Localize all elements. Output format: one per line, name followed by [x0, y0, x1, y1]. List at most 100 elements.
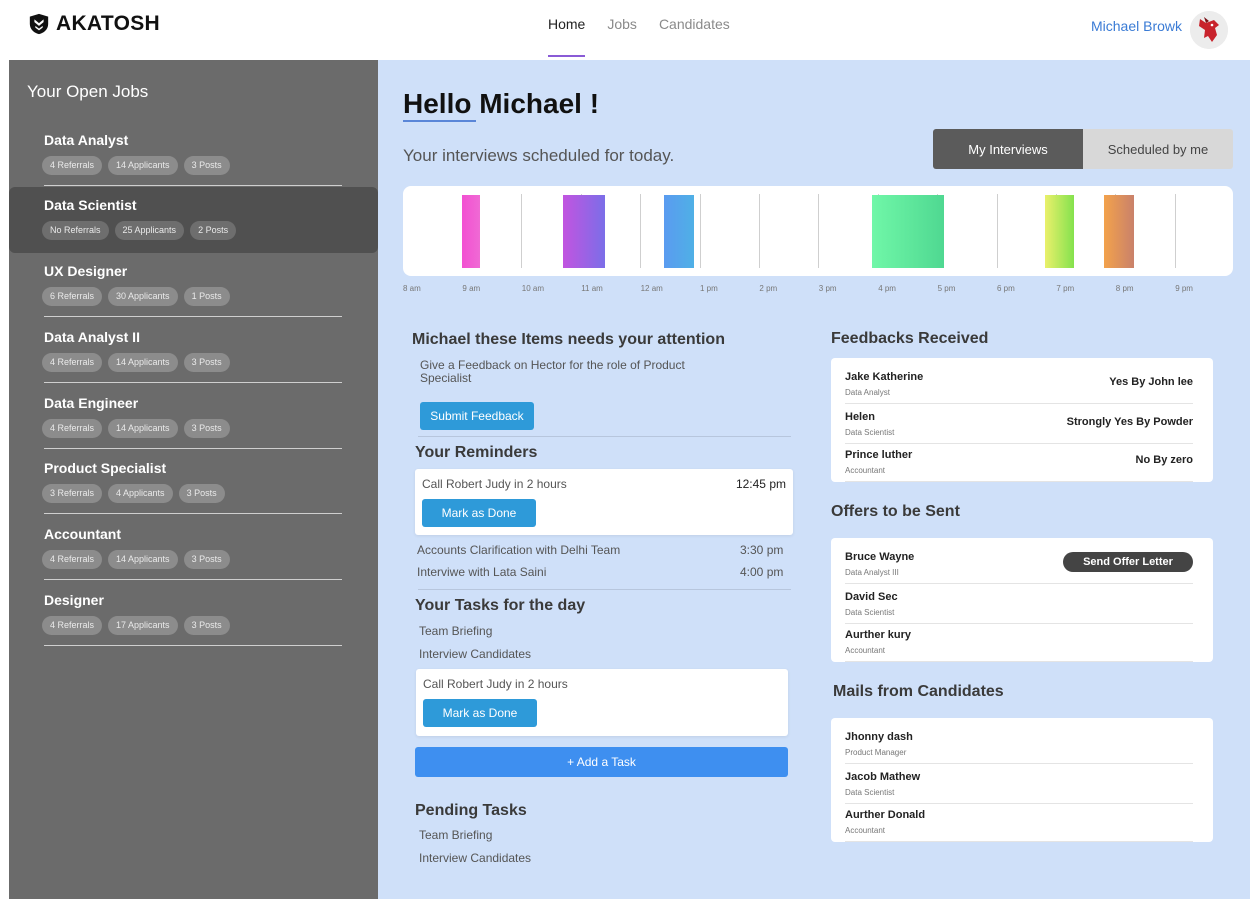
- timeline-hour-line: [521, 194, 523, 268]
- open-jobs-sidebar: Your Open Jobs Data Analyst 4 Referrals 1…: [9, 60, 378, 899]
- timeline-hour-label: 7 pm: [1056, 284, 1075, 293]
- feedback-row[interactable]: Prince luther Accountant No By zero: [845, 444, 1193, 482]
- reminder-item: Accounts Clarification with Delhi Team: [417, 543, 621, 557]
- add-task-button[interactable]: + Add a Task: [415, 747, 788, 777]
- posts-chip: 3 Posts: [183, 550, 230, 569]
- task-item: Team Briefing: [419, 624, 493, 638]
- applicants-chip: 25 Applicants: [114, 221, 185, 240]
- feedback-row[interactable]: Helen Data Scientist Strongly Yes By Pow…: [845, 406, 1193, 444]
- candidate-name: David Sec: [845, 591, 898, 603]
- user-avatar[interactable]: [1190, 11, 1228, 49]
- job-title: UX Designer: [44, 263, 128, 279]
- nav-jobs[interactable]: Jobs: [607, 16, 637, 57]
- feedback-verdict: No By zero: [1135, 454, 1193, 466]
- sidebar-title: Your Open Jobs: [27, 82, 149, 101]
- job-item[interactable]: Designer 4 Referrals 17 Applicants 3 Posts: [9, 582, 378, 648]
- submit-feedback-button[interactable]: Submit Feedback: [420, 402, 534, 430]
- send-offer-letter-button[interactable]: Send Offer Letter: [1063, 552, 1193, 572]
- feedbacks-title: Feedbacks Received: [831, 330, 989, 347]
- feedback-row[interactable]: Jake Katherine Data Analyst Yes By John …: [845, 366, 1193, 404]
- reminders-title: Your Reminders: [415, 444, 538, 461]
- candidate-name: Jacob Mathew: [845, 771, 921, 783]
- job-item[interactable]: UX Designer 6 Referrals 30 Applicants 1 Po…: [9, 253, 378, 319]
- divider: [44, 448, 342, 449]
- job-title: Data Engineer: [44, 395, 139, 411]
- interview-slot[interactable]: [462, 195, 481, 268]
- job-item[interactable]: Data Analyst 4 Referrals 14 Applicants 3 P…: [9, 122, 378, 188]
- referrals-chip: 4 Referrals: [42, 156, 103, 175]
- referrals-chip: 4 Referrals: [42, 353, 103, 372]
- job-title: Data Scientist: [44, 197, 137, 213]
- interviews-toggle: My Interviews Scheduled by me: [933, 129, 1233, 169]
- reminder-item: Interviwe with Lata Saini: [417, 565, 547, 579]
- interview-slot[interactable]: [1103, 195, 1134, 268]
- job-item[interactable]: Data Analyst II 4 Referrals 14 Applicants…: [9, 319, 378, 385]
- mark-as-done-button[interactable]: Mark as Done: [422, 499, 536, 527]
- reminder-item-time: 3:30 pm: [740, 543, 784, 557]
- divider: [418, 589, 791, 590]
- job-item[interactable]: Data Scientist No Referrals 25 Applicants…: [9, 187, 378, 253]
- mail-row[interactable]: Jhonny dash Product Manager: [845, 726, 1193, 764]
- posts-chip: 3 Posts: [178, 484, 225, 503]
- brand-logo[interactable]: AKATOSH: [28, 12, 160, 36]
- timeline-hour-line: [1174, 194, 1176, 268]
- posts-chip: 3 Posts: [183, 353, 230, 372]
- my-interviews-button[interactable]: My Interviews: [933, 129, 1083, 169]
- mail-row[interactable]: Aurther Donald Accountant: [845, 804, 1193, 842]
- divider: [44, 316, 342, 317]
- reminder-item-time: 4:00 pm: [740, 565, 784, 579]
- interviews-subtitle: Your interviews scheduled for today.: [403, 146, 675, 165]
- applicants-chip: 14 Applicants: [108, 550, 178, 569]
- attention-title: Michael these Items needs your attention: [412, 331, 725, 348]
- mails-title: Mails from Candidates: [833, 683, 1004, 700]
- timeline-hour-label: 4 pm: [878, 284, 896, 293]
- offer-row[interactable]: Bruce Wayne Data Analyst III Send Offer …: [845, 546, 1193, 584]
- divider: [845, 763, 1193, 764]
- timeline-hour-label: 9 pm: [1175, 284, 1193, 293]
- candidate-name: Helen: [845, 411, 875, 423]
- job-item[interactable]: Product Specialist 3 Referrals 4 Applican…: [9, 450, 378, 516]
- applicants-chip: 14 Applicants: [108, 156, 178, 175]
- reminder-card: Call Robert Judy in 2 hours 12:45 pm Mar…: [415, 469, 793, 535]
- timeline-hour-label: 8 am: [403, 284, 421, 293]
- job-title: Designer: [44, 592, 104, 608]
- divider: [845, 481, 1193, 482]
- candidate-name: Aurther kury: [845, 629, 912, 641]
- dashboard-main: Hello Michael ! Your interviews schedule…: [378, 60, 1250, 899]
- scheduled-by-me-button[interactable]: Scheduled by me: [1083, 129, 1233, 169]
- nav-home[interactable]: Home: [548, 16, 586, 57]
- referrals-chip: No Referrals: [42, 221, 109, 240]
- feedback-verdict: Yes By John lee: [1109, 376, 1193, 388]
- mail-row[interactable]: Jacob Mathew Data Scientist: [845, 766, 1193, 804]
- referrals-chip: 6 Referrals: [42, 287, 103, 306]
- mark-as-done-button[interactable]: Mark as Done: [423, 699, 537, 727]
- task-card: Call Robert Judy in 2 hours Mark as Done: [416, 669, 788, 736]
- main-nav: Home Jobs Candidates: [548, 16, 730, 57]
- referrals-chip: 3 Referrals: [42, 484, 103, 503]
- interview-slot[interactable]: [872, 195, 944, 268]
- interview-slot[interactable]: [1044, 195, 1075, 268]
- candidate-name: Bruce Wayne: [845, 551, 915, 563]
- candidate-role: Product Manager: [845, 748, 907, 757]
- offer-row[interactable]: David Sec Data Scientist: [845, 586, 1193, 624]
- applicants-chip: 14 Applicants: [108, 419, 178, 438]
- timeline-hour-label: 5 pm: [937, 284, 956, 293]
- interview-slot[interactable]: [563, 195, 605, 268]
- divider: [44, 645, 342, 646]
- timeline-hour-label: 8 pm: [1115, 284, 1134, 293]
- top-bar: AKATOSH Home Jobs Candidates Michael Bro…: [0, 0, 1250, 60]
- referrals-chip: 4 Referrals: [42, 550, 103, 569]
- offer-row[interactable]: Aurther kury Accountant: [845, 624, 1193, 662]
- divider: [418, 436, 791, 437]
- referrals-chip: 4 Referrals: [42, 616, 103, 635]
- job-item[interactable]: Data Engineer 4 Referrals 14 Applicants 3 …: [9, 385, 378, 451]
- job-item[interactable]: Accountant 4 Referrals 14 Applicants 3 Pos…: [9, 516, 378, 582]
- reminder-text: Call Robert Judy in 2 hours: [422, 477, 567, 491]
- attention-text: Give a Feedback on Hector for the role o…: [420, 358, 685, 385]
- nav-candidates[interactable]: Candidates: [659, 16, 730, 57]
- candidate-role: Data Scientist: [845, 428, 895, 437]
- interview-slot[interactable]: [664, 195, 695, 268]
- posts-chip: 3 Posts: [183, 616, 230, 635]
- user-name-link[interactable]: Michael Browk: [1091, 18, 1182, 34]
- timeline-hour-line: [759, 194, 760, 268]
